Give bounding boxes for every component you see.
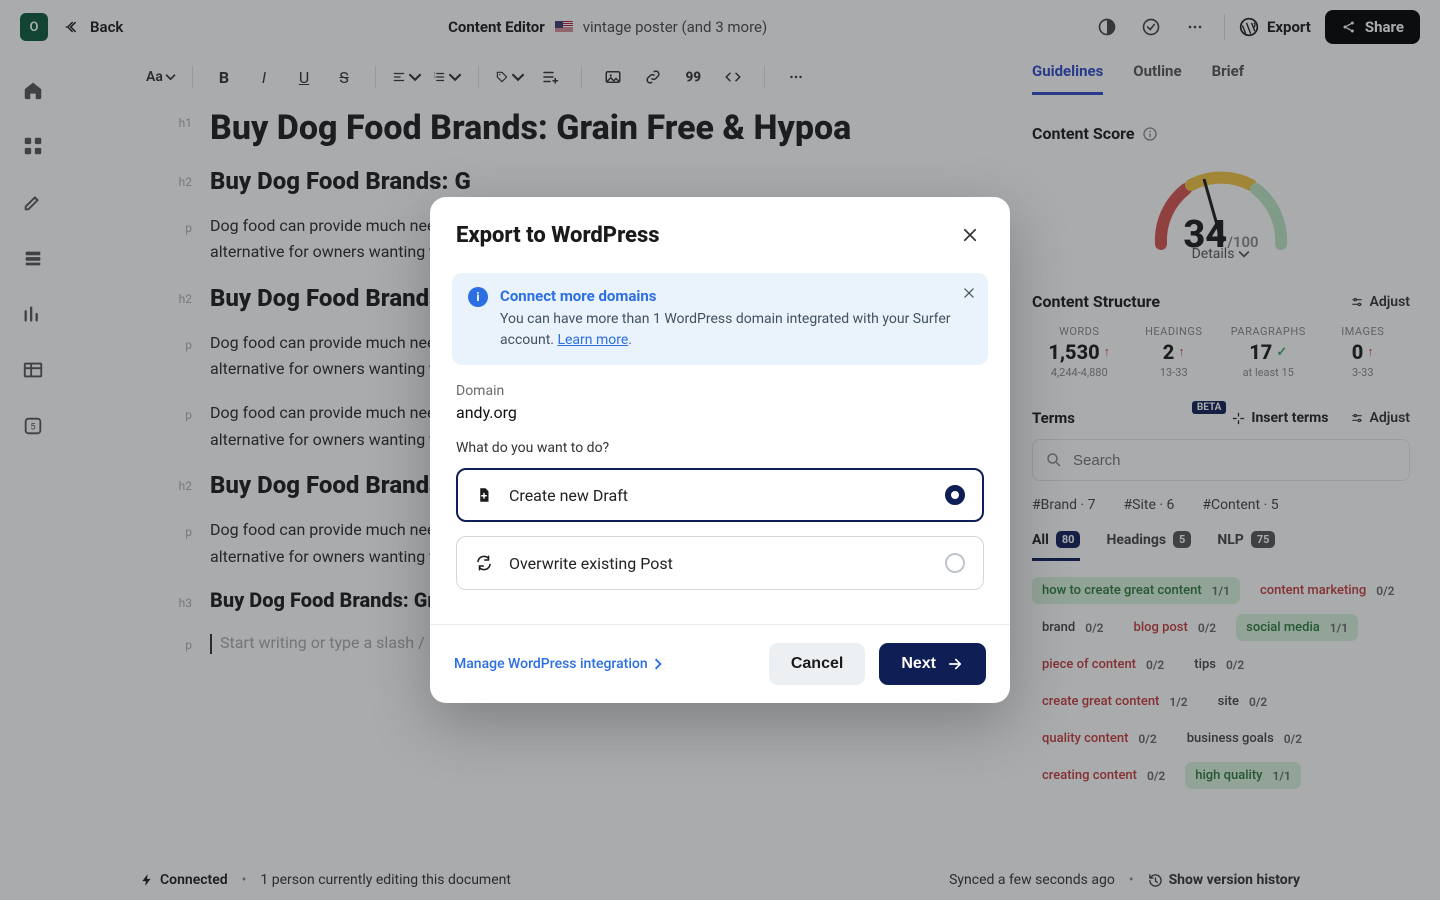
domain-label: Domain: [456, 383, 984, 399]
modal-title: Export to WordPress: [456, 223, 660, 248]
refresh-icon: [475, 554, 495, 572]
export-wordpress-modal: Export to WordPress i Connect more domai…: [430, 197, 1010, 703]
modal-close-button[interactable]: [956, 221, 984, 249]
arrow-right-icon: [946, 655, 964, 673]
domain-value: andy.org: [456, 403, 984, 422]
radio-selected-icon: [945, 485, 965, 505]
radio-unselected-icon: [945, 553, 965, 573]
option-create-draft[interactable]: Create new Draft: [456, 468, 984, 522]
manage-integration-link[interactable]: Manage WordPress integration: [454, 656, 755, 672]
info-banner: i Connect more domains You can have more…: [452, 273, 988, 365]
cancel-button[interactable]: Cancel: [769, 643, 865, 685]
banner-close-button[interactable]: [962, 285, 976, 304]
action-question: What do you want to do?: [456, 440, 984, 456]
banner-body: You can have more than 1 WordPress domai…: [500, 309, 972, 351]
next-button[interactable]: Next: [879, 643, 986, 685]
option-label: Overwrite existing Post: [509, 554, 931, 573]
file-plus-icon: [475, 486, 495, 504]
banner-title: Connect more domains: [500, 287, 972, 305]
close-icon: [962, 286, 976, 300]
close-icon: [961, 226, 979, 244]
option-label: Create new Draft: [509, 486, 931, 505]
option-overwrite-post[interactable]: Overwrite existing Post: [456, 536, 984, 590]
chevron-right-icon: [652, 658, 664, 670]
modal-overlay[interactable]: Export to WordPress i Connect more domai…: [0, 0, 1440, 900]
info-icon: i: [468, 287, 488, 307]
learn-more-link[interactable]: Learn more: [557, 332, 628, 348]
